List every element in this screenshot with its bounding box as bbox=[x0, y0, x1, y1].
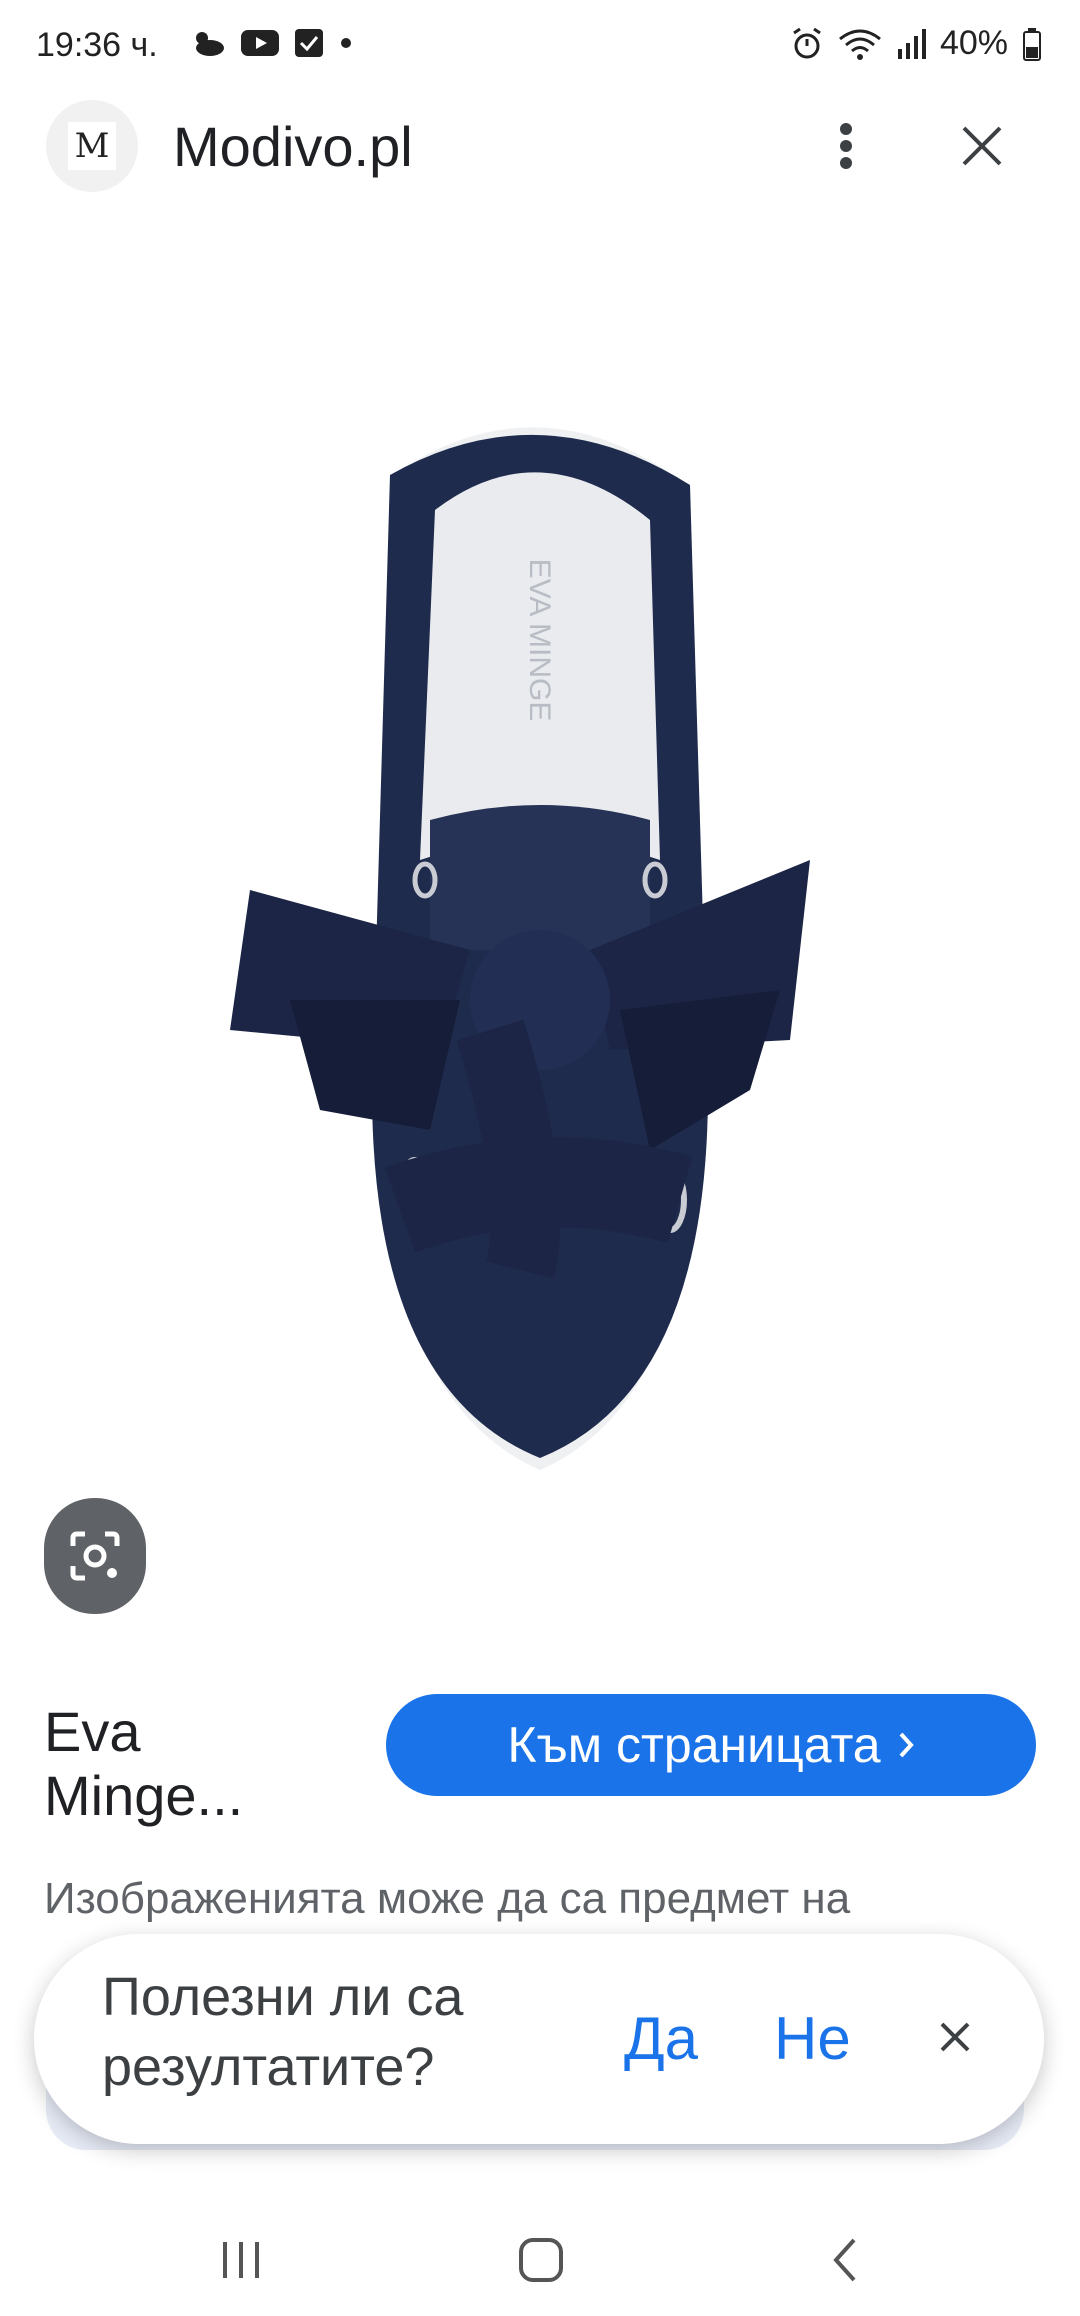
dot-icon bbox=[341, 38, 351, 48]
home-icon bbox=[519, 2238, 563, 2282]
chevron-right-icon bbox=[899, 1732, 914, 1758]
battery-percent: 40% bbox=[939, 24, 1008, 62]
site-title: Modivo.pl bbox=[173, 115, 413, 178]
alarm-icon bbox=[793, 27, 821, 58]
close-icon bbox=[962, 126, 1002, 166]
lens-search-button[interactable] bbox=[44, 1498, 146, 1614]
site-logo[interactable]: M bbox=[46, 100, 138, 192]
signal-icon bbox=[897, 28, 926, 59]
visit-page-label: Към страницата bbox=[507, 1717, 881, 1773]
copyright-disclaimer: Изображенията може да са предмет на bbox=[44, 1874, 851, 1923]
lens-icon bbox=[70, 1531, 120, 1581]
status-system-icons: 40% bbox=[790, 24, 1042, 63]
close-button[interactable] bbox=[950, 114, 1014, 178]
status-notification-icons bbox=[190, 28, 354, 58]
weather-icon bbox=[196, 32, 224, 56]
logo-letter: M bbox=[68, 122, 116, 170]
feedback-close-button[interactable] bbox=[924, 2006, 986, 2068]
close-icon bbox=[940, 2022, 970, 2052]
status-time: 19:36 ч. bbox=[36, 26, 158, 64]
youtube-icon bbox=[241, 30, 279, 56]
back-icon bbox=[833, 2238, 856, 2282]
battery-icon bbox=[1023, 27, 1041, 61]
checkbox-icon bbox=[295, 29, 323, 57]
back-button[interactable] bbox=[800, 2220, 890, 2300]
site-header: M Modivo.pl bbox=[0, 100, 1080, 210]
feedback-yes-button[interactable]: Да bbox=[624, 2004, 698, 2073]
system-navigation-bar bbox=[0, 2200, 1080, 2316]
feedback-question: Полезни ли са резултатите? bbox=[102, 1967, 464, 2097]
feedback-no-button[interactable]: Не bbox=[774, 2004, 851, 2073]
product-image[interactable]: EVA MINGE bbox=[230, 390, 850, 1480]
feedback-card: Полезни ли са резултатите? Да Не bbox=[34, 1934, 1044, 2144]
svg-text:EVA MINGE: EVA MINGE bbox=[523, 559, 556, 722]
home-button[interactable] bbox=[496, 2220, 586, 2300]
recent-apps-button[interactable] bbox=[196, 2220, 286, 2300]
more-vert-icon bbox=[840, 123, 852, 169]
status-bar: 19:36 ч. 40% bbox=[0, 0, 1080, 96]
visit-page-button[interactable]: Към страницата bbox=[386, 1694, 1036, 1796]
recent-apps-icon bbox=[223, 2242, 259, 2278]
more-options-button[interactable] bbox=[818, 114, 874, 178]
product-name: Eva Minge... bbox=[44, 1700, 244, 1827]
wifi-icon bbox=[839, 29, 881, 60]
